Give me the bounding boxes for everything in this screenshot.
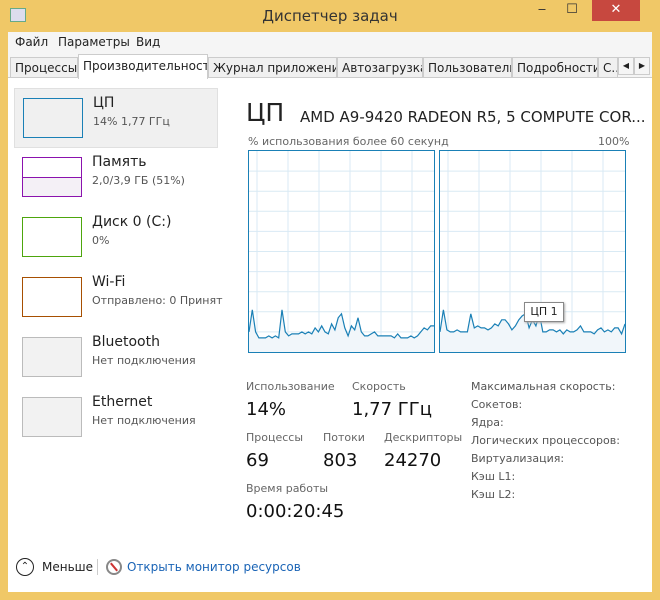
menu-options[interactable]: Параметры xyxy=(58,35,130,49)
tab-scroll-right-icon[interactable]: ▶ xyxy=(634,57,650,75)
sidebar-item-1[interactable]: Память 2,0/3,9 ГБ (51%) xyxy=(14,148,218,208)
core-tooltip: ЦП 1 xyxy=(524,302,564,322)
cpu-core-1-graph[interactable] xyxy=(439,150,626,353)
threads-value: 803 xyxy=(323,450,358,471)
fewer-details-button[interactable]: Меньше xyxy=(42,560,93,574)
usage-label: Использование xyxy=(246,380,335,393)
tab-users[interactable]: Пользователи xyxy=(423,57,512,78)
sidebar-item-detail: 2,0/3,9 ГБ (51%) xyxy=(92,174,185,187)
sidebar-item-2[interactable]: Диск 0 (C:) 0% xyxy=(14,208,218,268)
close-button[interactable]: ✕ xyxy=(592,0,640,21)
tab-startup[interactable]: Автозагрузка xyxy=(337,57,423,78)
menu-view[interactable]: Вид xyxy=(136,35,160,49)
cpu-core-0-graph[interactable] xyxy=(248,150,435,353)
sidebar-item-name: ЦП xyxy=(93,95,115,111)
uptime-label: Время работы xyxy=(246,482,329,495)
sidebar-item-detail: Нет подключения xyxy=(92,414,196,427)
graph-label: % использования более 60 секунд xyxy=(248,135,449,148)
threads-label: Потоки xyxy=(323,431,365,444)
sidebar-item-detail: 0% xyxy=(92,234,110,247)
cpu-spec-label: Виртуализация: xyxy=(471,452,565,465)
cpu-model: AMD A9-9420 RADEON R5, 5 COMPUTE COR... xyxy=(300,108,646,126)
tab-details[interactable]: Подробности xyxy=(512,57,598,78)
sidebar-item-name: Диск 0 (C:) xyxy=(92,214,172,230)
sidebar-item-name: Wi-Fi xyxy=(92,274,126,290)
speed-label: Скорость xyxy=(352,380,406,393)
sidebar-item-0[interactable]: ЦП 14% 1,77 ГГц xyxy=(14,88,218,148)
sidebar-item-name: Память xyxy=(92,154,147,170)
sidebar-item-detail: Нет подключения xyxy=(92,354,196,367)
tab-app-history[interactable]: Журнал приложений xyxy=(208,57,337,78)
sidebar-item-name: Bluetooth xyxy=(92,334,160,350)
sidebar-thumbnail xyxy=(23,98,83,138)
cpu-spec-label: Логических процессоров: xyxy=(471,434,620,447)
cpu-spec-label: Сокетов: xyxy=(471,398,523,411)
cpu-spec-label: Максимальная скорость: xyxy=(471,380,616,393)
menu-bar: Файл Параметры Вид xyxy=(8,32,652,54)
handles-label: Дескрипторы xyxy=(384,431,463,444)
sidebar-thumbnail xyxy=(22,157,82,197)
graph-max-label: 100% xyxy=(598,135,630,148)
uptime-value: 0:00:20:45 xyxy=(246,501,345,522)
tab-processes[interactable]: Процессы xyxy=(10,57,78,78)
cpu-spec-label: Ядра: xyxy=(471,416,504,429)
processes-label: Процессы xyxy=(246,431,304,444)
minimize-button[interactable]: ‒ xyxy=(528,0,556,21)
sidebar-item-detail: Отправлено: 0 Принят xyxy=(92,294,223,307)
handles-value: 24270 xyxy=(384,450,442,471)
sidebar-thumbnail xyxy=(22,277,82,317)
title-bar: Диспетчер задач ‒ ☐ ✕ xyxy=(0,0,660,32)
sidebar-thumbnail xyxy=(22,217,82,257)
sidebar-thumbnail xyxy=(22,397,82,437)
cpu-spec-label: Кэш L1: xyxy=(471,470,516,483)
cpu-spec-label: Кэш L2: xyxy=(471,488,516,501)
usage-value: 14% xyxy=(246,399,287,420)
processes-value: 69 xyxy=(246,450,269,471)
footer-divider xyxy=(97,559,98,575)
sidebar-item-4[interactable]: Bluetooth Нет подключения xyxy=(14,328,218,388)
tab-services[interactable]: С... xyxy=(598,57,618,78)
page-title: ЦП xyxy=(246,98,285,127)
menu-file[interactable]: Файл xyxy=(15,35,48,49)
maximize-button[interactable]: ☐ xyxy=(558,0,586,21)
tab-performance[interactable]: Производительность xyxy=(78,54,208,79)
sidebar-thumbnail xyxy=(22,337,82,377)
sidebar-item-5[interactable]: Ethernet Нет подключения xyxy=(14,388,218,448)
chevron-up-icon[interactable]: ⌃ xyxy=(16,558,34,576)
sidebar-item-3[interactable]: Wi-Fi Отправлено: 0 Принят xyxy=(14,268,223,328)
speed-value: 1,77 ГГц xyxy=(352,399,433,420)
tab-bar: Процессы Производительность Журнал прило… xyxy=(8,54,652,79)
resource-monitor-icon xyxy=(106,559,122,575)
open-resource-monitor-link[interactable]: Открыть монитор ресурсов xyxy=(127,560,301,574)
tab-scroll-left-icon[interactable]: ◀ xyxy=(618,57,634,75)
sidebar-item-name: Ethernet xyxy=(92,394,153,410)
sidebar-item-detail: 14% 1,77 ГГц xyxy=(93,115,170,128)
